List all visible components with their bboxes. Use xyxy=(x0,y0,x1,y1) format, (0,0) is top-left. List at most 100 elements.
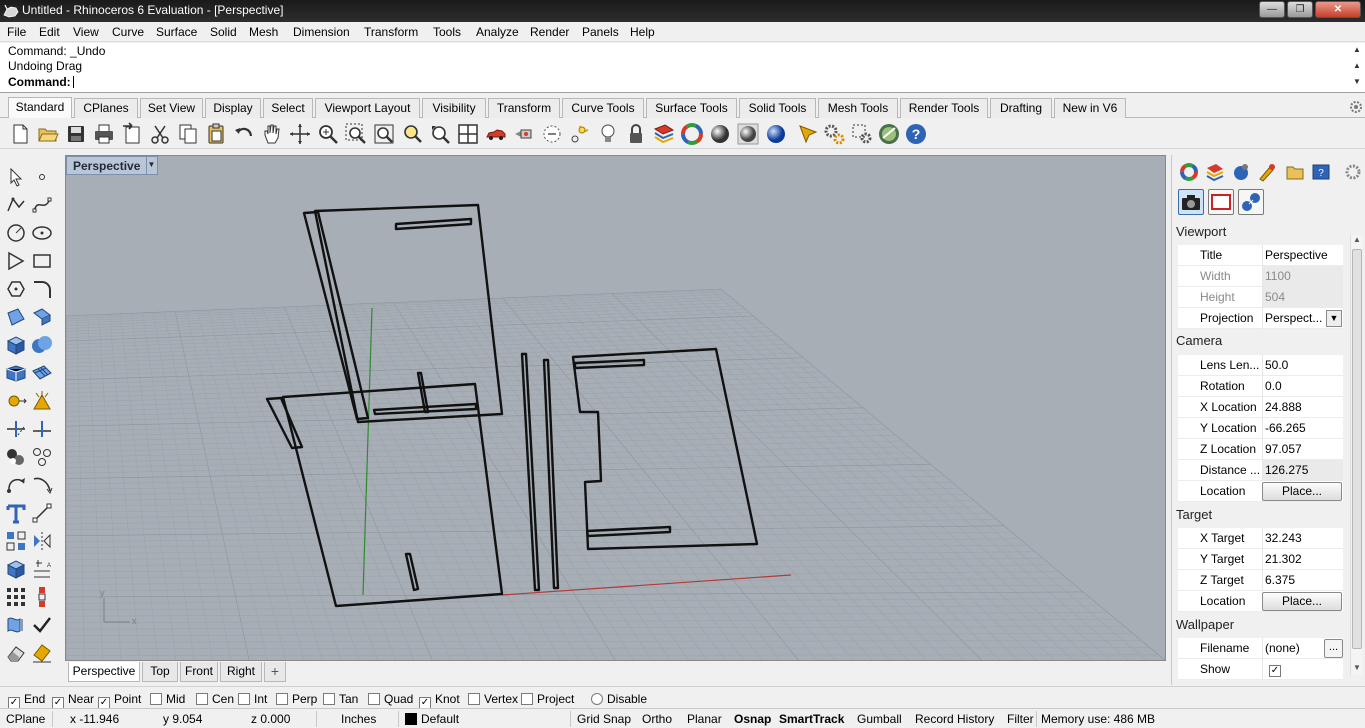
drafting-icon[interactable]: A xyxy=(30,557,54,581)
browse-button[interactable]: ... xyxy=(1324,639,1343,658)
scale-icon[interactable] xyxy=(30,473,54,497)
rhino-app-icon[interactable] xyxy=(3,3,19,19)
camera-props-button[interactable] xyxy=(1178,189,1204,215)
z-target-field[interactable]: 6.375 xyxy=(1262,570,1343,591)
open-file-icon[interactable] xyxy=(36,122,60,146)
linear-array-icon[interactable] xyxy=(30,585,54,609)
osnap-knot[interactable]: ✓ Knot xyxy=(419,692,460,709)
help-panel-icon[interactable]: ? xyxy=(1310,161,1332,183)
osnap-point[interactable]: ✓ Point xyxy=(98,692,141,709)
scroll-up-icon[interactable]: ▲ xyxy=(1353,45,1361,54)
viewport-tab-right[interactable]: Right xyxy=(220,662,262,682)
tab-render-tools[interactable]: Render Tools xyxy=(900,98,988,118)
menu-help[interactable]: Help xyxy=(630,25,655,39)
osnap-quad[interactable]: Quad xyxy=(368,692,413,706)
osnap-perp[interactable]: Perp xyxy=(276,692,317,706)
scroll-up-icon[interactable]: ▲ xyxy=(1353,61,1361,70)
layer-color-swatch[interactable] xyxy=(405,713,417,725)
y-location-field[interactable]: -66.265 xyxy=(1262,418,1343,439)
scroll-down-icon[interactable]: ▼ xyxy=(1353,77,1361,86)
menu-analyze[interactable]: Analyze xyxy=(476,25,519,39)
zoom-window-icon[interactable] xyxy=(344,122,368,146)
tab-select[interactable]: Select xyxy=(263,98,313,118)
gumball-toggle[interactable]: Gumball xyxy=(857,712,902,726)
split-icon[interactable] xyxy=(30,417,54,441)
prop-value-title[interactable]: Perspective xyxy=(1262,245,1343,266)
osnap-end[interactable]: ✓ End xyxy=(8,692,45,709)
menu-tools[interactable]: Tools xyxy=(433,25,461,39)
show-checkbox[interactable]: ✓ xyxy=(1269,665,1281,677)
selection-filter-icon[interactable] xyxy=(850,122,874,146)
camera-icon[interactable] xyxy=(512,122,536,146)
zoom-selected-icon[interactable] xyxy=(400,122,424,146)
rotate-camera-icon[interactable] xyxy=(428,122,452,146)
perspective-viewport[interactable]: x y Perspective ▼ xyxy=(65,155,1166,661)
rotate-icon[interactable] xyxy=(4,473,28,497)
tab-visibility[interactable]: Visibility xyxy=(422,98,486,118)
scrollbar-thumb[interactable] xyxy=(1352,249,1362,649)
menu-dimension[interactable]: Dimension xyxy=(293,25,350,39)
tab-drafting[interactable]: Drafting xyxy=(990,98,1052,118)
viewport-props-button[interactable] xyxy=(1208,189,1234,215)
new-file-icon[interactable] xyxy=(8,122,32,146)
car-icon[interactable] xyxy=(484,122,508,146)
checkbox[interactable] xyxy=(150,693,162,705)
osnap-disable[interactable]: Disable xyxy=(591,692,647,706)
y-target-field[interactable]: 21.302 xyxy=(1262,549,1343,570)
tab-new-in-v6[interactable]: New in V6 xyxy=(1054,98,1126,118)
maximize-button[interactable]: ❐ xyxy=(1287,1,1313,18)
options-icon[interactable] xyxy=(822,122,846,146)
command-scrollbar[interactable]: ▲ ▲ ▼ xyxy=(1351,45,1363,89)
lock-icon[interactable] xyxy=(624,122,648,146)
fillet-icon[interactable] xyxy=(30,277,54,301)
check-icon[interactable] xyxy=(30,613,54,637)
grid-array-icon[interactable] xyxy=(4,585,28,609)
osnap-int[interactable]: Int xyxy=(238,692,267,706)
minimize-button[interactable]: — xyxy=(1259,1,1285,18)
rotation-field[interactable]: 0.0 xyxy=(1262,376,1343,397)
move-icon[interactable] xyxy=(4,389,28,413)
osnap-vertex[interactable]: Vertex xyxy=(468,692,518,706)
undo-icon[interactable] xyxy=(232,122,256,146)
mesh-plane-icon[interactable] xyxy=(30,361,54,385)
grid-snap-toggle[interactable]: Grid Snap xyxy=(577,712,631,726)
sphere-shaded-icon[interactable] xyxy=(708,122,732,146)
menu-view[interactable]: View xyxy=(73,25,99,39)
viewport-canvas[interactable]: x y xyxy=(66,156,1166,661)
tab-cplanes[interactable]: CPlanes xyxy=(74,98,138,118)
menu-solid[interactable]: Solid xyxy=(210,25,237,39)
tab-display[interactable]: Display xyxy=(205,98,261,118)
cut-icon[interactable] xyxy=(148,122,172,146)
tab-curve-tools[interactable]: Curve Tools xyxy=(562,98,644,118)
current-layer[interactable]: Default xyxy=(421,712,459,726)
tab-surface-tools[interactable]: Surface Tools xyxy=(646,98,737,118)
circle-icon[interactable] xyxy=(4,221,28,245)
menu-mesh[interactable]: Mesh xyxy=(249,25,278,39)
checkbox[interactable] xyxy=(591,693,603,705)
select-icon[interactable] xyxy=(540,122,564,146)
distance-field[interactable]: 126.275 xyxy=(1262,460,1343,481)
cplane-label[interactable]: CPlane xyxy=(6,712,45,726)
viewport-tab-top[interactable]: Top xyxy=(142,662,178,682)
osnap-mid[interactable]: Mid xyxy=(150,692,185,706)
menu-curve[interactable]: Curve xyxy=(112,25,144,39)
checkbox[interactable] xyxy=(368,693,380,705)
viewport-tab-perspective[interactable]: Perspective xyxy=(68,662,140,682)
trim-icon[interactable] xyxy=(4,417,28,441)
checkbox[interactable] xyxy=(196,693,208,705)
panel-scrollbar[interactable]: ▲ ▼ xyxy=(1350,235,1362,675)
tab-viewport-layout[interactable]: Viewport Layout xyxy=(315,98,420,118)
checkbox[interactable] xyxy=(521,693,533,705)
light-icon[interactable] xyxy=(568,122,592,146)
close-button[interactable]: ✕ xyxy=(1315,1,1361,18)
filter-toggle[interactable]: Filter xyxy=(1007,712,1034,726)
bulb-icon[interactable] xyxy=(596,122,620,146)
menu-transform[interactable]: Transform xyxy=(364,25,418,39)
eraser-icon[interactable] xyxy=(4,641,28,665)
render-light-icon[interactable] xyxy=(30,641,54,665)
mirror-icon[interactable] xyxy=(30,529,54,553)
x-location-field[interactable]: 24.888 xyxy=(1262,397,1343,418)
menu-panels[interactable]: Panels xyxy=(582,25,619,39)
smarttrack-toggle[interactable]: SmartTrack xyxy=(779,712,844,726)
import-icon[interactable] xyxy=(120,122,144,146)
